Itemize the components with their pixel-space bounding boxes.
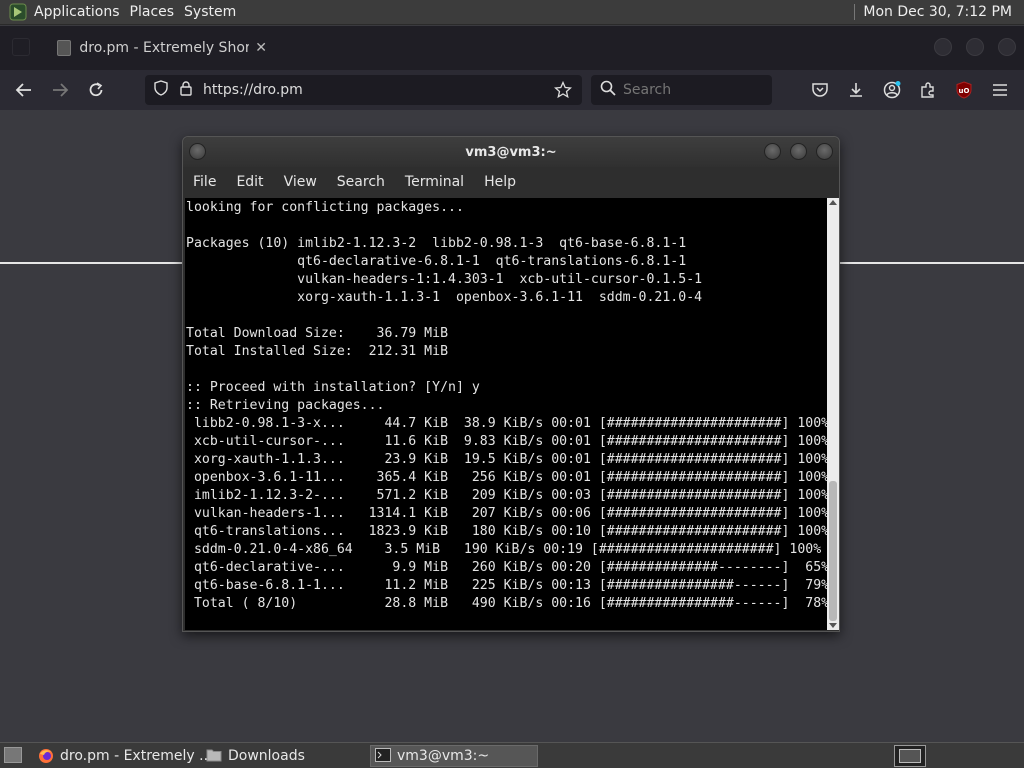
terminal-line: :: Proceed with installation? [Y/n] y — [186, 380, 480, 395]
terminal-line: qt6-declarative-... 9.9 MiB 260 KiB/s 00… — [186, 560, 827, 575]
taskbar-item-terminal[interactable]: vm3@vm3:~ — [370, 745, 538, 767]
extensions-button[interactable] — [914, 76, 942, 104]
show-desktop-button[interactable] — [4, 747, 22, 763]
terminal-scrollbar[interactable] — [827, 198, 839, 630]
back-arrow-icon — [15, 83, 31, 97]
browser-tab-strip: dro.pm - Extremely Short U ✕ — [0, 26, 1024, 70]
reload-icon — [89, 82, 103, 97]
menu-system[interactable]: System — [184, 4, 246, 20]
terminal-line: xorg-xauth-1.1.3... 23.9 KiB 19.5 KiB/s … — [186, 452, 827, 467]
terminal-line: :: Retrieving packages... — [186, 398, 385, 413]
menu-applications[interactable]: Applications — [34, 4, 130, 20]
terminal-titlebar[interactable]: vm3@vm3:~ — [183, 137, 839, 167]
terminal-line: xorg-xauth-1.1.3-1 openbox-3.6.1-11 sddm… — [186, 290, 703, 305]
top-panel: Applications Places System Mon Dec 30, 7… — [0, 0, 1024, 25]
scroll-down-arrow-icon[interactable] — [829, 623, 837, 628]
scrollbar-thumb[interactable] — [829, 481, 837, 621]
scroll-up-arrow-icon[interactable] — [829, 200, 837, 205]
terminal-menubar: File Edit View Search Terminal Help — [183, 167, 839, 197]
terminal-line: sddm-0.21.0-4-x86_64 3.5 MiB 190 KiB/s 0… — [186, 542, 822, 557]
terminal-line: Total Download Size: 36.79 MiB — [186, 326, 449, 341]
terminal-line: qt6-base-6.8.1-1... 11.2 MiB 225 KiB/s 0… — [186, 578, 827, 593]
terminal-menu-view[interactable]: View — [274, 174, 327, 190]
forward-button[interactable] — [46, 76, 74, 104]
terminal-window[interactable]: vm3@vm3:~ File Edit View Search Terminal… — [182, 136, 840, 632]
terminal-maximize-button[interactable] — [790, 143, 807, 160]
account-button[interactable] — [878, 76, 906, 104]
taskbar-item-label: dro.pm - Extremely ... — [60, 748, 213, 764]
forward-arrow-icon — [53, 83, 69, 97]
downloads-button[interactable] — [842, 76, 870, 104]
taskbar-item-label: Downloads — [228, 748, 305, 764]
terminal-menu-edit[interactable]: Edit — [226, 174, 273, 190]
terminal-line: qt6-translations... 1823.9 KiB 180 KiB/s… — [186, 524, 827, 539]
search-input[interactable] — [623, 82, 763, 98]
terminal-line: xcb-util-cursor-... 11.6 KiB 9.83 KiB/s … — [186, 434, 827, 449]
terminal-line: looking for conflicting packages... — [186, 200, 464, 215]
terminal-line: vulkan-headers-1:1.4.303-1 xcb-util-curs… — [186, 272, 703, 287]
terminal-line: Total Installed Size: 212.31 MiB — [186, 344, 449, 359]
terminal-menu-help[interactable]: Help — [474, 174, 526, 190]
reload-button[interactable] — [82, 76, 110, 104]
minimize-button[interactable] — [934, 38, 952, 56]
terminal-output[interactable]: looking for conflicting packages... Packa… — [185, 198, 827, 630]
bookmark-star-icon[interactable] — [553, 80, 573, 103]
pocket-icon — [812, 83, 828, 97]
taskbar-item-firefox[interactable]: dro.pm - Extremely ... — [34, 745, 213, 767]
hamburger-menu-icon — [993, 84, 1007, 96]
account-icon — [883, 81, 901, 99]
ublock-origin-icon: uO — [956, 81, 972, 99]
ublock-button[interactable]: uO — [950, 76, 978, 104]
taskbar: dro.pm - Extremely ... Downloads vm3@vm3… — [0, 742, 1024, 768]
close-window-button[interactable] — [998, 38, 1016, 56]
terminal-window-menu-button[interactable] — [189, 143, 206, 160]
svg-text:uO: uO — [959, 87, 970, 95]
search-bar[interactable] — [591, 75, 772, 105]
terminal-menu-terminal[interactable]: Terminal — [395, 174, 474, 190]
tab-title: dro.pm - Extremely Short U — [79, 40, 250, 56]
maximize-button[interactable] — [966, 38, 984, 56]
app-menu-button[interactable] — [986, 76, 1014, 104]
back-button[interactable] — [10, 76, 38, 104]
terminal-line: libb2-0.98.1-3-x... 44.7 KiB 38.9 KiB/s … — [186, 416, 827, 431]
tab-favicon-icon — [57, 40, 72, 56]
terminal-line: Packages (10) imlib2-1.12.3-2 libb2-0.98… — [186, 236, 687, 251]
terminal-line: qt6-declarative-6.8.1-1 qt6-translations… — [186, 254, 687, 269]
taskbar-item-downloads[interactable]: Downloads — [202, 745, 367, 767]
terminal-menu-search[interactable]: Search — [327, 174, 395, 190]
terminal-title: vm3@vm3:~ — [465, 144, 557, 160]
tab-close-icon[interactable]: ✕ — [255, 40, 267, 56]
navigation-bar: https://dro.pm uO — [0, 70, 1024, 110]
terminal-close-button[interactable] — [816, 143, 833, 160]
folder-icon — [206, 748, 222, 764]
download-icon — [850, 83, 862, 97]
terminal-icon — [375, 748, 391, 764]
terminal-minimize-button[interactable] — [764, 143, 781, 160]
search-icon — [600, 80, 616, 100]
workspace-switcher[interactable] — [894, 745, 926, 767]
tab-list-button[interactable] — [12, 38, 30, 56]
terminal-line: openbox-3.6.1-11... 365.4 KiB 256 KiB/s … — [186, 470, 827, 485]
terminal-line: imlib2-1.12.3-2-... 571.2 KiB 209 KiB/s … — [186, 488, 827, 503]
panel-separator — [854, 4, 856, 20]
browser-tab[interactable]: dro.pm - Extremely Short U ✕ — [47, 30, 267, 66]
pocket-button[interactable] — [806, 76, 834, 104]
firefox-icon — [38, 748, 54, 764]
menu-places[interactable]: Places — [130, 4, 185, 20]
url-text[interactable]: https://dro.pm — [203, 82, 303, 98]
lock-icon[interactable] — [179, 80, 193, 100]
taskbar-item-label: vm3@vm3:~ — [397, 748, 490, 764]
terminal-line: vulkan-headers-1... 1314.1 KiB 207 KiB/s… — [186, 506, 827, 521]
puzzle-icon — [921, 82, 934, 98]
shield-icon[interactable] — [153, 80, 169, 100]
distro-logo-icon[interactable] — [8, 2, 28, 22]
url-bar[interactable]: https://dro.pm — [145, 75, 582, 105]
terminal-menu-file[interactable]: File — [183, 174, 226, 190]
clock[interactable]: Mon Dec 30, 7:12 PM — [863, 4, 1024, 20]
terminal-line: Total ( 8/10) 28.8 MiB 490 KiB/s 00:16 [… — [186, 596, 827, 611]
